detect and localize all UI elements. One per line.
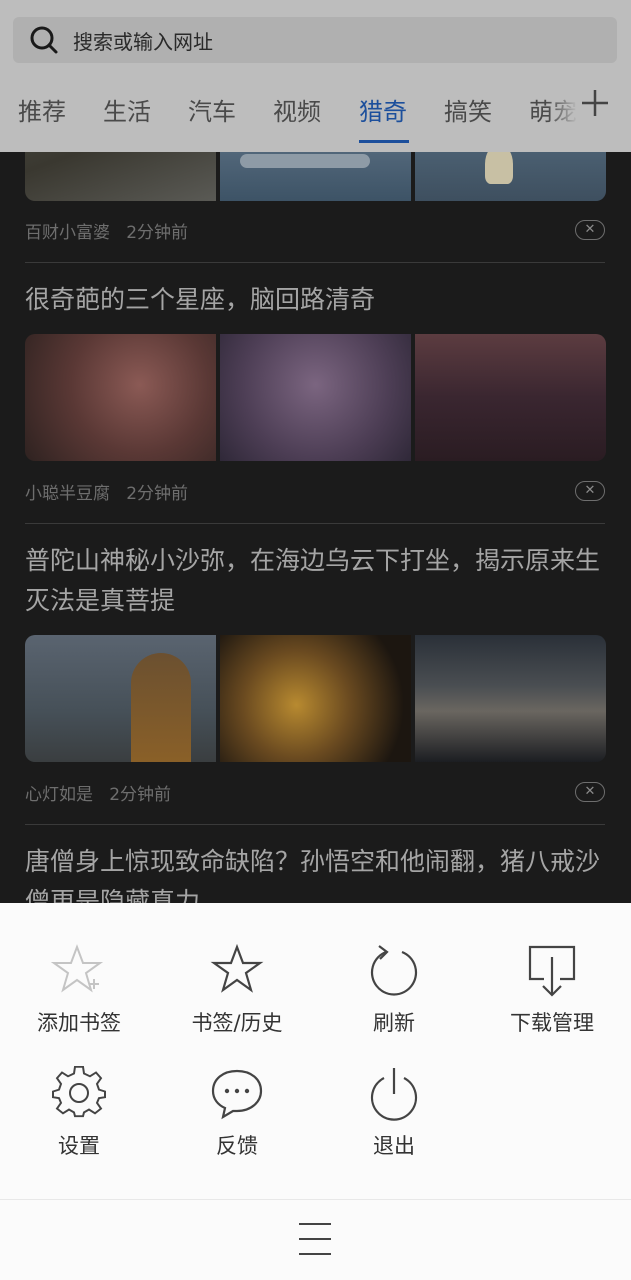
article-image[interactable] — [415, 152, 606, 201]
article-image[interactable] — [25, 152, 216, 201]
add-tab-icon[interactable] — [578, 86, 612, 120]
dismiss-button[interactable]: ✕ — [575, 481, 605, 501]
feedback-button[interactable]: 反馈 — [158, 1066, 316, 1160]
download-icon — [528, 945, 576, 997]
tab-funny[interactable]: 搞笑 — [444, 92, 492, 127]
article-source: 心灯如是 2分钟前 — [25, 785, 172, 805]
article-image[interactable] — [220, 334, 411, 461]
add-bookmark-label: 添加书签 — [37, 1011, 121, 1035]
browser-header: 搜索或输入网址 推荐 生活 汽车 视频 猎奇 搞笑 萌宠 — [0, 0, 631, 152]
browser-menu-sheet: 添加书签 书签/历史 刷新 下载管理 设置 反馈 退出 — [0, 903, 631, 1280]
divider — [0, 1199, 631, 1200]
divider — [25, 523, 605, 524]
tab-video[interactable]: 视频 — [273, 92, 321, 127]
news-feed: 百财小富婆 2分钟前 ✕ 很奇葩的三个星座，脑回路清奇 小聪半豆腐 2分钟前 ✕… — [0, 152, 631, 903]
article-image[interactable] — [415, 334, 606, 461]
refresh-icon — [370, 945, 418, 996]
settings-label: 设置 — [58, 1134, 100, 1158]
bookmarks-history-button[interactable]: 书签/历史 — [158, 943, 316, 1037]
tab-life[interactable]: 生活 — [103, 92, 151, 127]
article-title[interactable]: 很奇葩的三个星座，脑回路清奇 — [25, 280, 615, 320]
star-icon — [210, 943, 264, 993]
settings-button[interactable]: 设置 — [0, 1066, 158, 1160]
article-source: 小聪半豆腐 2分钟前 — [25, 484, 189, 504]
chat-bubble-icon — [211, 1069, 263, 1120]
dismiss-button[interactable]: ✕ — [575, 220, 605, 240]
active-tab-indicator — [359, 140, 409, 143]
downloads-button[interactable]: 下载管理 — [473, 943, 631, 1037]
article-image[interactable] — [25, 334, 216, 461]
refresh-button[interactable]: 刷新 — [315, 943, 473, 1037]
refresh-label: 刷新 — [373, 1011, 415, 1035]
tabs-fade — [548, 78, 578, 152]
star-add-icon — [51, 944, 104, 993]
article-title[interactable]: 唐僧身上惊现致命缺陷？孙悟空和他闹翻，猪八戒沙僧更是隐藏真力 — [25, 842, 615, 903]
downloads-label: 下载管理 — [510, 1011, 594, 1035]
exit-button[interactable]: 退出 — [315, 1066, 473, 1160]
hamburger-menu-icon[interactable] — [298, 1221, 332, 1257]
power-icon — [370, 1068, 418, 1121]
divider — [25, 824, 605, 825]
tab-cars[interactable]: 汽车 — [188, 92, 236, 127]
category-tabs: 推荐 生活 汽车 视频 猎奇 搞笑 萌宠 — [0, 78, 631, 152]
exit-label: 退出 — [373, 1134, 415, 1158]
divider — [25, 262, 605, 263]
article-image[interactable] — [220, 635, 411, 762]
article-title[interactable]: 普陀山神秘小沙弥，在海边乌云下打坐，揭示原来生灭法是真菩提 — [25, 541, 615, 621]
article-image[interactable] — [220, 152, 411, 201]
feedback-label: 反馈 — [216, 1134, 258, 1158]
search-placeholder: 搜索或输入网址 — [73, 29, 213, 54]
tab-recommend[interactable]: 推荐 — [18, 92, 66, 127]
article-source: 百财小富婆 2分钟前 — [25, 223, 189, 243]
article-image[interactable] — [25, 635, 216, 762]
search-bar[interactable]: 搜索或输入网址 — [13, 17, 617, 63]
add-bookmark-button[interactable]: 添加书签 — [0, 943, 158, 1037]
dismiss-button[interactable]: ✕ — [575, 782, 605, 802]
gear-icon — [52, 1066, 106, 1118]
bookmarks-history-label: 书签/历史 — [191, 1011, 283, 1035]
search-icon — [30, 26, 58, 54]
tab-curiosity[interactable]: 猎奇 — [359, 92, 407, 127]
article-image[interactable] — [415, 635, 606, 762]
